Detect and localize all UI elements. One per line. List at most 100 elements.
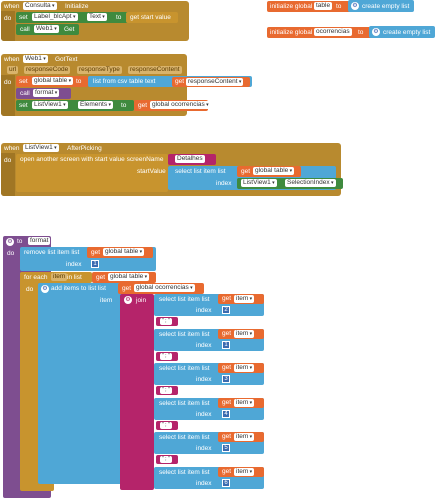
get-var-dropdown[interactable]: item bbox=[234, 364, 255, 372]
to-keyword: to bbox=[358, 29, 364, 36]
index-number[interactable]: 3 bbox=[222, 375, 230, 383]
call-keyword: call bbox=[20, 90, 30, 97]
get-keyword: get bbox=[91, 249, 101, 256]
to-keyword: to bbox=[17, 238, 23, 245]
join-block[interactable] bbox=[120, 294, 154, 490]
index-label: index bbox=[216, 180, 232, 187]
separator-text-field[interactable]: " ; " bbox=[160, 387, 172, 394]
get-var-dropdown[interactable]: item bbox=[234, 433, 255, 441]
set-keyword: set bbox=[19, 14, 28, 21]
global-name-field[interactable]: ocorrencias bbox=[314, 28, 352, 36]
index-label: index bbox=[196, 480, 212, 487]
init-label: initialize global bbox=[270, 29, 313, 36]
param-responsecode[interactable]: responseCode bbox=[24, 66, 71, 74]
separator-text-field[interactable]: " ; " bbox=[160, 422, 172, 429]
get-var-dropdown[interactable]: global ocorrencias bbox=[134, 284, 195, 292]
start-value-label: startValue bbox=[137, 168, 166, 175]
property-dropdown[interactable]: SelectionIndex bbox=[285, 179, 336, 187]
get-keyword: get bbox=[175, 78, 185, 85]
select-list-item-label: select list item list bbox=[159, 400, 210, 407]
select-list-item-label: select list item list bbox=[159, 469, 210, 476]
index-number[interactable]: 5 bbox=[222, 444, 230, 452]
item-label: item bbox=[100, 297, 113, 304]
do-keyword: do bbox=[4, 79, 12, 86]
procedure-name-field[interactable]: format bbox=[28, 237, 51, 245]
do-keyword: do bbox=[4, 157, 12, 164]
get-keyword: get bbox=[222, 295, 232, 302]
gear-icon[interactable]: ⚙ bbox=[124, 296, 132, 304]
get-keyword: get bbox=[222, 399, 232, 406]
separator-text-field[interactable]: " ; " bbox=[160, 456, 172, 463]
index-number[interactable]: 4 bbox=[222, 410, 230, 418]
get-var-dropdown[interactable]: item bbox=[234, 399, 255, 407]
loop-var-field[interactable]: item bbox=[51, 273, 68, 281]
screen-name-field[interactable]: Detalhes bbox=[175, 155, 205, 163]
set-keyword: set bbox=[19, 78, 28, 85]
separator-text-field[interactable]: " ; " bbox=[160, 318, 172, 325]
target-dropdown[interactable]: ListView1 bbox=[32, 101, 68, 109]
component-dropdown[interactable]: Consulta bbox=[23, 2, 57, 10]
get-start-value-label: get start value bbox=[130, 14, 171, 21]
get-var-dropdown[interactable]: item bbox=[234, 295, 255, 303]
index-number[interactable]: 2 bbox=[222, 306, 230, 314]
get-keyword: get bbox=[96, 274, 106, 281]
gear-icon[interactable]: ⚙ bbox=[351, 2, 359, 10]
get-var-dropdown[interactable]: global ocorrencias bbox=[150, 101, 211, 109]
index-label: index bbox=[196, 445, 212, 452]
when-keyword: when bbox=[4, 145, 20, 152]
add-items-to-list-block[interactable] bbox=[38, 283, 122, 484]
create-empty-list-label: create empty list bbox=[362, 3, 410, 10]
get-var-dropdown[interactable]: item bbox=[234, 330, 255, 338]
get-keyword: get bbox=[222, 364, 232, 371]
join-label: join bbox=[136, 297, 147, 304]
index-number[interactable]: 1 bbox=[222, 341, 230, 349]
get-keyword: get bbox=[222, 433, 232, 440]
gear-icon[interactable]: ⚙ bbox=[372, 28, 380, 36]
do-keyword: do bbox=[26, 286, 34, 293]
index-number[interactable]: 1 bbox=[91, 260, 99, 268]
index-label: index bbox=[196, 411, 212, 418]
init-label: initialize global bbox=[270, 3, 313, 10]
get-keyword: get bbox=[222, 330, 232, 337]
remove-list-item-label: remove list item list bbox=[24, 249, 80, 256]
component-dropdown[interactable]: Web1 bbox=[23, 55, 48, 63]
to-keyword: to bbox=[116, 14, 122, 21]
add-items-label: add items to list list bbox=[51, 285, 106, 292]
event-name: Initialize bbox=[65, 3, 89, 10]
component-dropdown[interactable]: ListView1 bbox=[241, 179, 277, 187]
get-keyword: get bbox=[138, 102, 148, 109]
gear-icon[interactable]: ⚙ bbox=[6, 238, 14, 246]
target-dropdown[interactable]: Label_blcApt bbox=[32, 13, 78, 21]
property-dropdown[interactable]: Text bbox=[87, 13, 107, 21]
param-url[interactable]: url bbox=[7, 66, 19, 74]
open-screen-label: open another screen with start value scr… bbox=[20, 156, 164, 163]
get-var-dropdown[interactable]: global table bbox=[253, 167, 295, 175]
do-keyword: do bbox=[4, 15, 12, 22]
param-responsecontent[interactable]: responseContent bbox=[128, 66, 182, 74]
to-keyword: to bbox=[76, 78, 82, 85]
get-keyword: get bbox=[222, 468, 232, 475]
select-list-item-label: select list item list bbox=[159, 365, 210, 372]
proc-dropdown[interactable]: format bbox=[33, 89, 60, 97]
index-label: index bbox=[66, 261, 82, 268]
param-responsetype[interactable]: responseType bbox=[77, 66, 122, 74]
property-dropdown[interactable]: Elements bbox=[78, 101, 114, 109]
list-from-csv-label: list from csv table text bbox=[93, 78, 156, 85]
call-component-dropdown[interactable]: Web1 bbox=[34, 25, 59, 33]
get-var-dropdown[interactable]: item bbox=[234, 468, 255, 476]
select-list-item-label: select list item list bbox=[175, 168, 226, 175]
separator-text-field[interactable]: " ; " bbox=[160, 353, 172, 360]
get-keyword: get bbox=[122, 285, 132, 292]
get-var-dropdown[interactable]: global table bbox=[103, 248, 145, 256]
global-name-field[interactable]: table bbox=[314, 2, 333, 10]
var-dropdown[interactable]: global table bbox=[32, 77, 74, 85]
get-var-dropdown[interactable]: global table bbox=[108, 273, 150, 281]
do-keyword: do bbox=[7, 250, 15, 257]
gear-icon[interactable]: ⚙ bbox=[41, 285, 49, 293]
select-list-item-label: select list item list bbox=[159, 434, 210, 441]
component-dropdown[interactable]: ListView1 bbox=[23, 144, 59, 152]
index-number[interactable]: 6 bbox=[222, 479, 230, 487]
index-label: index bbox=[196, 307, 212, 314]
get-var-dropdown[interactable]: responseContent bbox=[186, 78, 244, 86]
in-list-label: in list bbox=[67, 274, 82, 281]
